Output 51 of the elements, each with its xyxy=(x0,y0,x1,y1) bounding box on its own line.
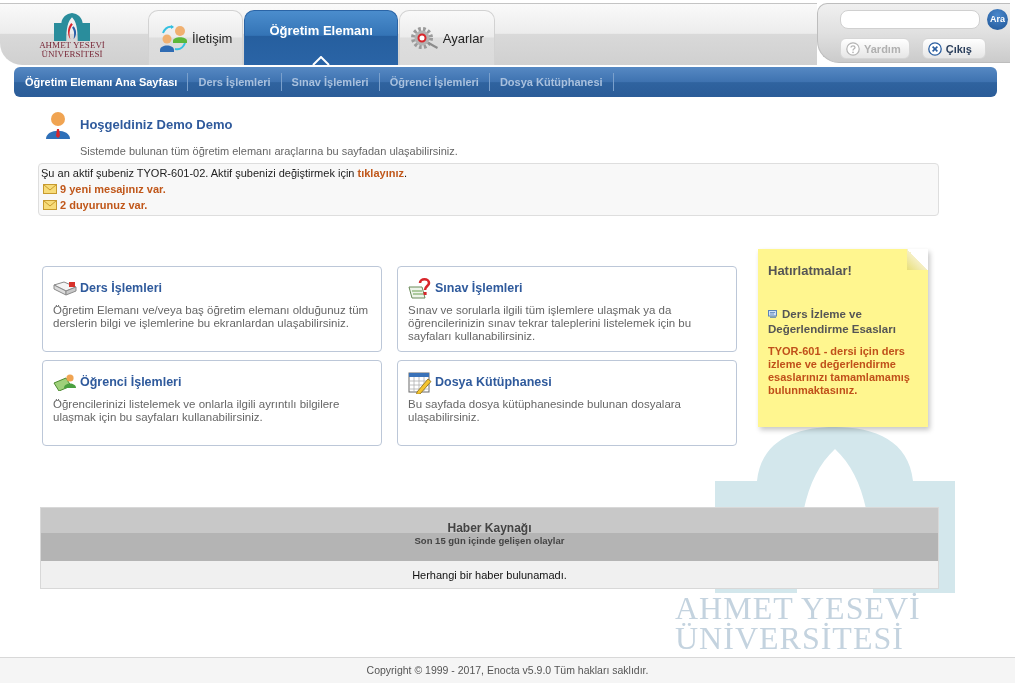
card-description: Bu sayfada dosya kütüphanesinde bulunan dosyalara ulaşabilirsiniz. xyxy=(408,398,682,424)
news-empty-message: Herhangi bir haber bulunamadı. xyxy=(412,568,567,581)
news-title: Haber Kaynağı xyxy=(447,521,532,535)
gear-icon xyxy=(409,25,440,51)
copyright-text: Copyright © 1999 - 2017, Enocta v5.9.0 Tüm hakları saklıdır. xyxy=(366,664,649,676)
reminder-title: Hatırlatmalar! xyxy=(768,263,853,279)
background-logo-text: AHMET YESEVİ xyxy=(675,593,921,623)
logo-text: AHMET YESEVİ xyxy=(39,40,105,50)
card-description: Öğretim Elemanı ve/veya baş öğretim elemanı olduğunuz tüm derslerin bilgi ve işlemlerine bu ekranlardan ulaşabilirsiniz. xyxy=(53,304,369,330)
question-document-icon xyxy=(408,277,432,299)
subnav-item[interactable]: Dosya Kütüphanesi xyxy=(489,73,614,91)
subnav-item[interactable]: Ders İşlemleri xyxy=(188,73,282,91)
change-branch-link[interactable]: tıklayınız xyxy=(357,167,404,179)
alert-link[interactable]: 2 duyurunuz var. xyxy=(60,197,148,213)
card-description: Sınav ve sorularla ilgili tüm işlemlere ulaşmak ya da öğrencilerinizin sınav tekrar taleplerini listelemek için bu sayfaları kullanabilirsiniz. xyxy=(408,304,693,343)
subnav-item[interactable]: Sınav İşlemleri xyxy=(281,73,380,91)
alert-link[interactable]: 9 yeni mesajınız var. xyxy=(60,181,166,197)
nav-tab[interactable]: İletişim xyxy=(148,10,244,65)
welcome-subtitle: Sistemde bulunan tüm öğretim elemanı araçlarına bu sayfadan ulaşabilirsiniz. xyxy=(80,144,459,158)
reminder-warning: TYOR-601 - dersi için ders izleme ve değerlendirme esaslarınızı tamamlamamış bulunmaktasınız. xyxy=(768,345,911,397)
background-logo-text: ÜNİVERSİTESİ xyxy=(675,623,904,653)
help-icon xyxy=(846,41,860,56)
nav-tab[interactable]: Öğretim Elemanı xyxy=(244,10,398,65)
search-field[interactable] xyxy=(840,10,980,29)
close-icon xyxy=(927,41,942,56)
welcome-title: Hoşgeldiniz Demo Demo xyxy=(80,117,233,133)
tab-pointer-icon xyxy=(312,56,331,65)
card-title-link[interactable]: Ders İşlemleri xyxy=(80,281,162,295)
logo-text: ÜNİVERSİTESİ xyxy=(41,49,103,59)
card-title-link[interactable]: Öğrenci İşlemleri xyxy=(80,375,182,389)
card-description: Öğrencilerinizi listelemek ve onlarla ilgili ayrıntılı bilgilere ulaşmak için bu sayfaları kullanabilirsiniz. xyxy=(53,398,341,424)
user-icon xyxy=(45,111,71,139)
book-icon xyxy=(53,279,77,297)
monitor-icon xyxy=(768,310,778,318)
envelope-icon xyxy=(43,184,57,194)
card-title-link[interactable]: Dosya Kütüphanesi xyxy=(435,375,552,389)
branch-notice-text: Şu an aktif şubeniz TYOR-601-02. Aktif şubenizi değiştirmek için tıklayınız. xyxy=(41,166,408,181)
reminder-link[interactable]: Ders İzleme ve Değerlendirme Esasları xyxy=(768,307,922,337)
search-button[interactable]: Ara xyxy=(987,9,1008,30)
news-subtitle: Son 15 gün içinde gelişen olaylar xyxy=(414,535,565,547)
card-title-link[interactable]: Sınav İşlemleri xyxy=(435,281,523,295)
folded-corner-icon xyxy=(907,249,928,270)
subnav-item[interactable]: Öğrenci İşlemleri xyxy=(379,73,490,91)
calendar-pencil-icon xyxy=(408,370,432,394)
emblem-icon xyxy=(54,12,90,41)
people-icon xyxy=(159,24,189,52)
envelope-icon xyxy=(43,200,57,210)
user-document-icon xyxy=(53,373,77,391)
subnav-item[interactable]: Öğretim Elemanı Ana Sayfası xyxy=(15,73,189,91)
nav-tab[interactable]: Ayarlar xyxy=(398,10,495,65)
exit-button[interactable]: Çıkış xyxy=(921,38,986,59)
